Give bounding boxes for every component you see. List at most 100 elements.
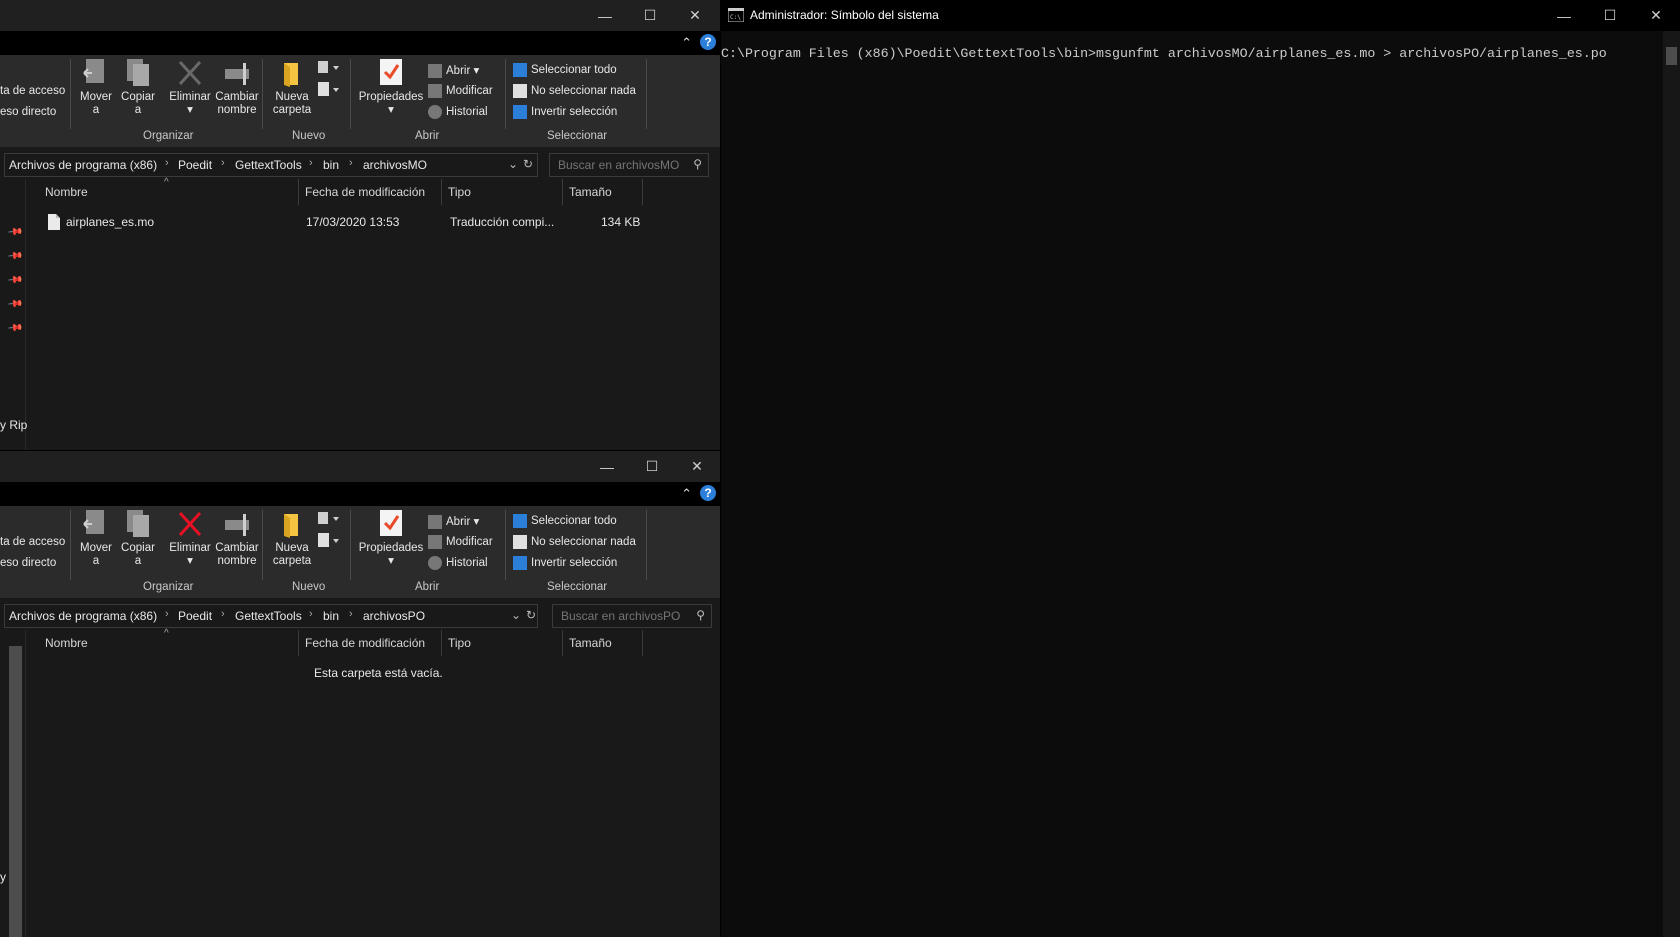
nav-scrollbar[interactable]	[9, 646, 22, 937]
pin-quick-access-label[interactable]: ta de acceso	[0, 85, 65, 97]
search-icon[interactable]: ⚲	[696, 608, 705, 622]
help-icon[interactable]: ?	[700, 485, 716, 501]
minimize-button[interactable]: —	[582, 0, 628, 31]
breadcrumb-item[interactable]: GettextTools	[235, 609, 302, 623]
column-header-name[interactable]: Nombre	[39, 179, 299, 205]
group-new-label: Nuevo	[292, 581, 326, 593]
select-all-button[interactable]: Seleccionar todo	[513, 514, 617, 528]
search-icon[interactable]: ⚲	[693, 157, 702, 171]
invert-selection-button[interactable]: Invertir selección	[513, 556, 617, 570]
column-header-type[interactable]: Tipo	[442, 179, 563, 205]
close-button[interactable]: ✕	[1633, 0, 1679, 31]
move-to-button[interactable]: Mover a	[72, 506, 120, 568]
pin-quick-access-label[interactable]: ta de acceso	[0, 536, 65, 548]
navigation-pane[interactable]: 📌 📌 📌 📌 📌 y Rip	[0, 179, 27, 450]
command-prompt-window[interactable]: C:\ Administrador: Símbolo del sistema —…	[721, 0, 1680, 937]
history-button[interactable]: Historial	[428, 556, 488, 570]
collapse-ribbon-icon[interactable]: ⌃	[681, 35, 692, 51]
properties-button[interactable]: Propiedades ▾	[356, 506, 426, 568]
refresh-icon[interactable]: ↻	[523, 157, 533, 171]
select-all-button[interactable]: Seleccionar todo	[513, 63, 617, 77]
close-button[interactable]: ✕	[672, 0, 718, 31]
maximize-button[interactable]: ☐	[1587, 0, 1633, 31]
nav-item-label[interactable]: y Rip	[0, 418, 27, 432]
chevron-right-icon[interactable]: ›	[349, 608, 353, 620]
rename-button[interactable]: Cambiar nombre	[213, 506, 261, 568]
copy-to-button[interactable]: Copiar a	[114, 55, 162, 117]
easy-access-icon[interactable]	[318, 82, 340, 101]
nav-item-label[interactable]: y	[0, 870, 6, 884]
address-bar[interactable]: Archivos de programa (x86) › Poedit › Ge…	[4, 153, 538, 177]
new-folder-button[interactable]: Nueva carpeta	[268, 55, 316, 117]
cmd-scrollbar[interactable]	[1663, 31, 1680, 937]
minimize-button[interactable]: —	[1541, 0, 1587, 31]
address-bar[interactable]: Archivos de programa (x86) › Poedit › Ge…	[4, 604, 538, 628]
properties-button[interactable]: Propiedades ▾	[356, 55, 426, 117]
paste-shortcut-label[interactable]: eso directo	[0, 106, 56, 118]
history-button[interactable]: Historial	[428, 105, 488, 119]
help-icon[interactable]: ?	[700, 34, 716, 50]
edit-button[interactable]: Modificar	[428, 84, 493, 98]
pin-icon: 📌	[6, 224, 24, 241]
breadcrumb-item[interactable]: bin	[323, 158, 339, 172]
cmd-output-line[interactable]: C:\Program Files (x86)\Poedit\GettextToo…	[721, 46, 1607, 61]
column-header-size[interactable]: Tamaño	[563, 630, 643, 656]
copy-to-button[interactable]: Copiar a	[114, 506, 162, 568]
easy-access-icon[interactable]	[318, 533, 340, 552]
refresh-icon[interactable]: ↻	[526, 608, 536, 622]
explorer-titlebar[interactable]: — ☐ ✕	[0, 451, 720, 482]
chevron-right-icon[interactable]: ›	[221, 608, 225, 620]
rename-button[interactable]: Cambiar nombre	[213, 55, 261, 117]
cmd-titlebar[interactable]: C:\ Administrador: Símbolo del sistema —…	[721, 0, 1680, 31]
paste-shortcut-label[interactable]: eso directo	[0, 557, 56, 569]
column-header-date[interactable]: Fecha de modificación	[299, 179, 442, 205]
maximize-button[interactable]: ☐	[629, 451, 675, 482]
select-all-icon	[513, 514, 527, 528]
delete-button[interactable]: Eliminar ▾	[166, 55, 214, 117]
chevron-right-icon[interactable]: ›	[221, 157, 225, 169]
chevron-down-icon[interactable]: ⌄	[511, 608, 521, 622]
close-button[interactable]: ✕	[674, 451, 720, 482]
column-header-name[interactable]: Nombre	[39, 630, 299, 656]
breadcrumb-item[interactable]: archivosPO	[363, 609, 425, 623]
new-item-icon[interactable]	[318, 512, 340, 529]
chevron-right-icon[interactable]: ›	[309, 608, 313, 620]
explorer-titlebar[interactable]: — ☐ ✕	[0, 0, 720, 31]
breadcrumb-item[interactable]: Poedit	[178, 609, 212, 623]
breadcrumb-item[interactable]: Archivos de programa (x86)	[9, 158, 157, 172]
maximize-button[interactable]: ☐	[627, 0, 673, 31]
search-box[interactable]: ⚲	[549, 153, 709, 177]
breadcrumb-item[interactable]: bin	[323, 609, 339, 623]
breadcrumb-item[interactable]: GettextTools	[235, 158, 302, 172]
select-none-button[interactable]: No seleccionar nada	[513, 84, 636, 98]
select-none-button[interactable]: No seleccionar nada	[513, 535, 636, 549]
collapse-ribbon-icon[interactable]: ⌃	[681, 486, 692, 502]
explorer-window-archivosMO: — ☐ ✕ ⌃ ? ta de acceso eso directo Mover…	[0, 0, 720, 450]
search-input[interactable]	[559, 608, 691, 624]
move-to-button[interactable]: Mover a	[72, 55, 120, 117]
search-input[interactable]	[556, 157, 688, 173]
open-button[interactable]: Abrir ▾	[428, 63, 479, 78]
cmd-scrollbar-thumb[interactable]	[1666, 47, 1677, 65]
file-row[interactable]: airplanes_es.mo 17/03/2020 13:53 Traducc…	[26, 211, 656, 235]
invert-selection-button[interactable]: Invertir selección	[513, 105, 617, 119]
chevron-down-icon[interactable]: ⌄	[508, 157, 518, 171]
new-item-icon[interactable]	[318, 61, 340, 78]
column-header-date[interactable]: Fecha de modificación	[299, 630, 442, 656]
search-box[interactable]: ⚲	[552, 604, 712, 628]
open-button[interactable]: Abrir ▾	[428, 514, 479, 529]
breadcrumb-item[interactable]: Poedit	[178, 158, 212, 172]
chevron-right-icon[interactable]: ›	[165, 157, 169, 169]
minimize-button[interactable]: —	[584, 451, 630, 482]
breadcrumb-item[interactable]: archivosMO	[363, 158, 427, 172]
breadcrumb-item[interactable]: Archivos de programa (x86)	[9, 609, 157, 623]
navigation-pane[interactable]: y	[0, 630, 26, 937]
delete-button[interactable]: Eliminar ▾	[166, 506, 214, 568]
chevron-right-icon[interactable]: ›	[309, 157, 313, 169]
chevron-right-icon[interactable]: ›	[165, 608, 169, 620]
column-header-type[interactable]: Tipo	[442, 630, 563, 656]
edit-button[interactable]: Modificar	[428, 535, 493, 549]
new-folder-button[interactable]: Nueva carpeta	[268, 506, 316, 568]
column-header-size[interactable]: Tamaño	[563, 179, 643, 205]
chevron-right-icon[interactable]: ›	[349, 157, 353, 169]
